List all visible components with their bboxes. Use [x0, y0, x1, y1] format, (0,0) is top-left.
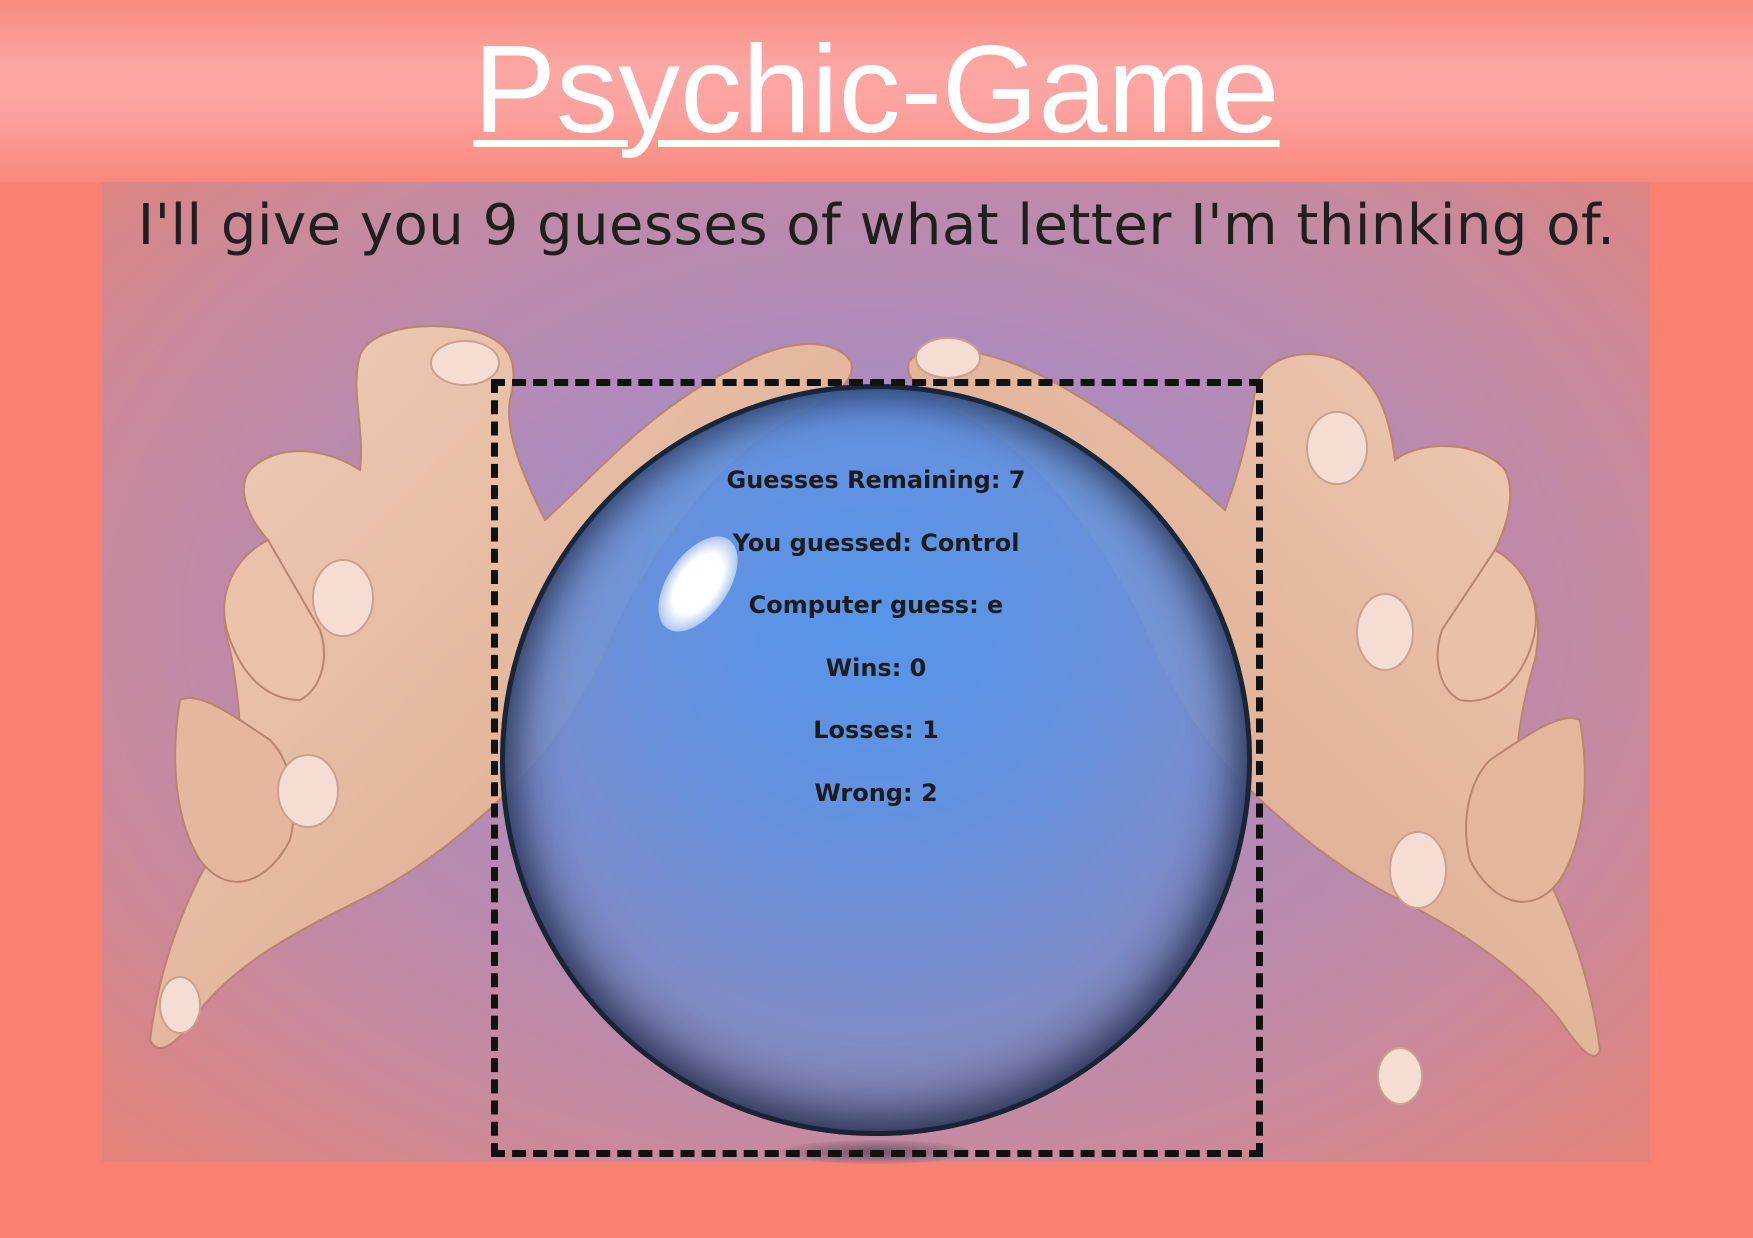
user-guess: You guessed: Control	[732, 528, 1020, 557]
game-stats: Guesses Remaining: 7 You guessed: Contro…	[500, 449, 1252, 824]
guesses-remaining: Guesses Remaining: 7	[726, 466, 1026, 494]
wins-count: Wins: 0	[825, 653, 927, 682]
computer-guess: Computer guess: e	[748, 591, 1004, 619]
losses-count: Losses: 1	[813, 716, 939, 744]
wrong-count: Wrong: 2	[814, 778, 938, 807]
page: Psychic-Game I'll give you 9 guesses of …	[0, 0, 1753, 1238]
